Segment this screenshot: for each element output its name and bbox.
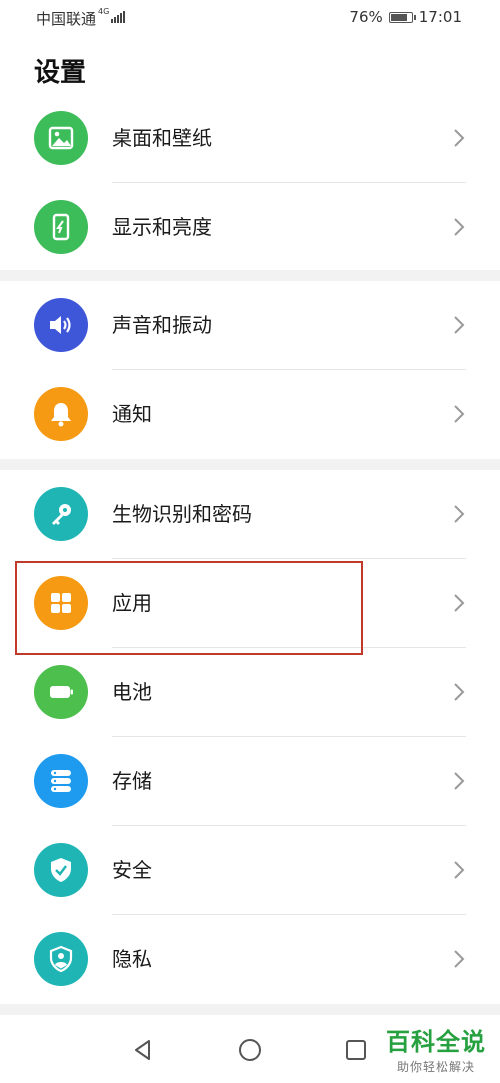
section-gap xyxy=(0,270,500,281)
battery-icon xyxy=(34,665,88,719)
display-icon xyxy=(34,200,88,254)
status-bar: 中国联通 4G 76% 17:01 xyxy=(0,0,500,34)
settings-item-label: 生物识别和密码 xyxy=(112,502,252,526)
settings-item-label: 显示和亮度 xyxy=(112,215,212,239)
status-right: 76% 17:01 xyxy=(349,8,462,26)
chevron-right-icon xyxy=(454,683,465,701)
settings-group-display: 桌面和壁纸 显示和亮度 xyxy=(0,94,500,272)
settings-item-label: 声音和振动 xyxy=(112,313,212,337)
home-icon[interactable] xyxy=(235,1035,265,1065)
settings-item-battery[interactable]: 电池 xyxy=(0,648,500,737)
settings-item-label: 电池 xyxy=(112,680,152,704)
chevron-right-icon xyxy=(454,129,465,147)
section-gap xyxy=(0,1004,500,1015)
chevron-right-icon xyxy=(454,594,465,612)
settings-item-privacy[interactable]: 隐私 xyxy=(0,915,500,1004)
watermark-title: 百科全说 xyxy=(386,1028,486,1056)
carrier-name: 中国联通 xyxy=(36,10,97,28)
settings-item-label: 通知 xyxy=(112,402,152,426)
signal-icon xyxy=(111,11,126,23)
chevron-right-icon xyxy=(454,405,465,423)
network-type: 4G xyxy=(98,7,110,16)
chevron-right-icon xyxy=(454,950,465,968)
watermark-subtitle: 助你轻松解决 xyxy=(396,1060,475,1074)
key-icon xyxy=(34,487,88,541)
chevron-right-icon xyxy=(454,218,465,236)
settings-item-sound[interactable]: 声音和振动 xyxy=(0,281,500,370)
settings-item-label: 桌面和壁纸 xyxy=(112,126,212,150)
settings-item-security[interactable]: 安全 xyxy=(0,826,500,915)
back-icon[interactable] xyxy=(128,1035,158,1065)
battery-percent: 76% xyxy=(349,8,383,26)
recent-apps-icon[interactable] xyxy=(341,1035,371,1065)
settings-item-wallpaper[interactable]: 桌面和壁纸 xyxy=(0,94,500,183)
chevron-right-icon xyxy=(454,861,465,879)
chevron-right-icon xyxy=(454,772,465,790)
settings-group-sound: 声音和振动 通知 xyxy=(0,281,500,459)
battery-fill xyxy=(390,13,408,21)
settings-item-label: 存储 xyxy=(112,769,152,793)
page-title: 设置 xyxy=(34,58,87,88)
shield-check-icon xyxy=(34,843,88,897)
chevron-right-icon xyxy=(454,316,465,334)
highlight-box-apps xyxy=(15,561,363,655)
settings-item-label: 安全 xyxy=(112,858,152,882)
storage-icon xyxy=(34,754,88,808)
status-left: 中国联通 4G xyxy=(36,7,126,29)
watermark-logo: 百科全说 助你轻松解决 xyxy=(386,1022,486,1075)
section-gap xyxy=(0,459,500,470)
settings-item-biometrics[interactable]: 生物识别和密码 xyxy=(0,470,500,559)
settings-item-notifications[interactable]: 通知 xyxy=(0,370,500,459)
settings-item-storage[interactable]: 存储 xyxy=(0,737,500,826)
battery-status-icon xyxy=(388,11,416,23)
settings-item-label: 隐私 xyxy=(112,947,152,971)
settings-item-display[interactable]: 显示和亮度 xyxy=(0,183,500,272)
wallpaper-icon xyxy=(34,111,88,165)
settings-group-system: 生物识别和密码 应用 电池 存储 安全 隐私 xyxy=(0,470,500,1004)
chevron-right-icon xyxy=(454,505,465,523)
privacy-shield-icon xyxy=(34,932,88,986)
bell-icon xyxy=(34,387,88,441)
sound-icon xyxy=(34,298,88,352)
clock: 17:01 xyxy=(418,8,462,26)
